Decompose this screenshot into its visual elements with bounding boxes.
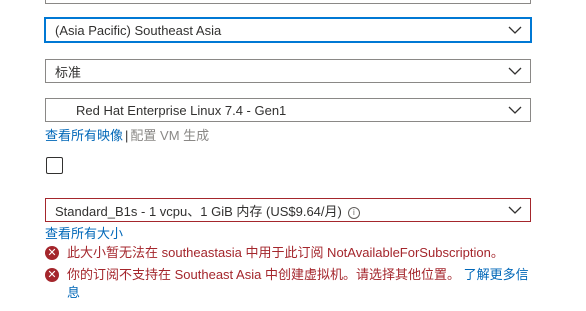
error-message: ✕ 你的订阅不支持在 Southeast Asia 中创建虚拟机。请选择其他位置… bbox=[45, 266, 535, 302]
see-all-images-link[interactable]: 查看所有映像 bbox=[45, 128, 123, 143]
image-links: 查看所有映像 | 配置 VM 生成 bbox=[45, 125, 209, 144]
info-icon[interactable]: i bbox=[347, 206, 360, 219]
image-dropdown[interactable]: Red Hat Enterprise Linux 7.4 - Gen1 bbox=[45, 98, 531, 122]
previous-field-edge bbox=[45, 0, 531, 4]
error-icon: ✕ bbox=[45, 246, 59, 260]
size-value: Standard_B1s - 1 vcpu、1 GiB 内存 (US$9.64/… bbox=[55, 201, 530, 220]
availability-value: 标准 bbox=[55, 64, 82, 80]
region-value: (Asia Pacific) Southeast Asia bbox=[55, 22, 222, 38]
region-dropdown[interactable]: (Asia Pacific) Southeast Asia bbox=[45, 18, 531, 42]
error-text: 你的订阅不支持在 Southeast Asia 中创建虚拟机。请选择其他位置。 … bbox=[67, 266, 535, 302]
chevron-down-icon bbox=[508, 67, 522, 75]
link-separator: | bbox=[125, 128, 129, 143]
checkbox[interactable] bbox=[46, 157, 63, 174]
size-dropdown[interactable]: Standard_B1s - 1 vcpu、1 GiB 内存 (US$9.64/… bbox=[45, 198, 531, 222]
error-text-body: 你的订阅不支持在 Southeast Asia 中创建虚拟机。请选择其他位置。 bbox=[67, 267, 460, 282]
image-value: Red Hat Enterprise Linux 7.4 - Gen1 bbox=[76, 102, 287, 118]
error-icon: ✕ bbox=[45, 268, 59, 282]
error-text: 此大小暂无法在 southeastasia 中用于此订阅 NotAvailabl… bbox=[67, 245, 504, 260]
availability-dropdown[interactable]: 标准 bbox=[45, 59, 531, 83]
chevron-down-icon bbox=[508, 206, 522, 214]
chevron-down-icon bbox=[508, 106, 522, 114]
chevron-down-icon bbox=[508, 26, 522, 34]
error-message: ✕ 此大小暂无法在 southeastasia 中用于此订阅 NotAvaila… bbox=[45, 244, 535, 262]
size-text: Standard_B1s - 1 vcpu、1 GiB 内存 (US$9.64/… bbox=[55, 203, 342, 219]
see-all-sizes-link[interactable]: 查看所有大小 bbox=[45, 226, 123, 241]
size-links: 查看所有大小 bbox=[45, 223, 123, 242]
configure-vm-generation-link[interactable]: 配置 VM 生成 bbox=[130, 128, 209, 143]
